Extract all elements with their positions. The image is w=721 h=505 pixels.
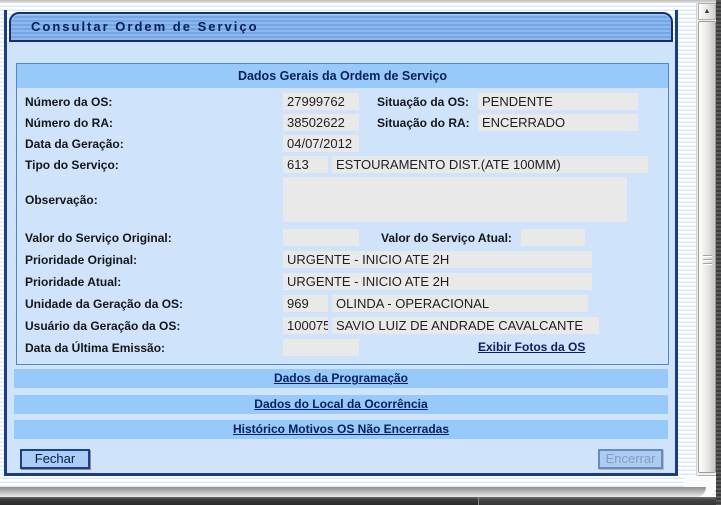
data-ultima-emissao-field <box>283 339 359 356</box>
unidade-geracao-code-field: 969 <box>283 295 328 312</box>
tipo-servico-desc-field: ESTOURAMENTO DIST.(ATE 100MM) <box>332 156 648 173</box>
exibir-fotos-link[interactable]: Exibir Fotos da OS <box>478 339 585 356</box>
fechar-button[interactable]: Fechar <box>20 449 90 469</box>
numero-ra-field: 38502622 <box>283 114 359 131</box>
section-bar-dados-programacao-label: Dados da Programação <box>274 371 408 385</box>
taskbar-strip-right <box>479 497 721 505</box>
situacao-os-field: PENDENTE <box>478 93 638 110</box>
section-bar-local-ocorrencia-label: Dados do Local da Ocorrência <box>254 397 427 411</box>
valor-original-field <box>283 229 359 246</box>
section-bar-historico-motivos[interactable]: Histórico Motivos OS Não Encerradas <box>14 420 668 439</box>
section-bar-dados-programacao[interactable]: Dados da Programação <box>14 369 668 388</box>
situacao-os-label: Situação da OS: <box>377 94 469 110</box>
prioridade-original-label: Prioridade Original: <box>25 252 137 268</box>
situacao-ra-field: ENCERRADO <box>478 114 638 131</box>
window-title-bar: Consultar Ordem de Serviço <box>9 12 673 42</box>
prioridade-atual-label: Prioridade Atual: <box>25 274 121 290</box>
section-bar-historico-motivos-label: Histórico Motivos OS Não Encerradas <box>233 422 449 436</box>
taskbar-divider <box>478 497 479 505</box>
unidade-geracao-label: Unidade da Geração da OS: <box>25 296 183 312</box>
usuario-geracao-nome-field: SAVIO LUIZ DE ANDRADE CAVALCANTE <box>332 317 599 334</box>
usuario-geracao-code-field: 100075 <box>283 317 328 334</box>
scrollbar-grip-icon <box>703 255 712 265</box>
general-section-header: Dados Gerais da Ordem de Serviço <box>17 64 668 88</box>
window-top-edge <box>0 0 716 3</box>
observacao-label: Observação: <box>25 192 98 208</box>
valor-original-label: Valor do Serviço Original: <box>25 230 172 246</box>
vertical-scrollbar[interactable]: ▲ ▼ <box>696 3 717 492</box>
valor-atual-label: Valor do Serviço Atual: <box>381 230 512 246</box>
unidade-geracao-desc-field: OLINDA - OPERACIONAL <box>332 295 588 312</box>
encerrar-button: Encerrar <box>598 449 663 469</box>
window-bottom-edge <box>0 487 706 497</box>
scrollbar-thumb[interactable] <box>698 21 716 473</box>
section-bar-local-ocorrencia[interactable]: Dados do Local da Ocorrência <box>14 395 668 414</box>
observacao-textarea[interactable] <box>283 177 627 222</box>
data-geracao-field: 04/07/2012 <box>283 135 359 152</box>
valor-atual-field <box>521 229 585 246</box>
numero-ra-label: Número do RA: <box>25 115 113 131</box>
situacao-ra-label: Situação do RA: <box>377 115 470 131</box>
numero-os-field: 27999762 <box>283 93 359 110</box>
tipo-servico-label: Tipo do Serviço: <box>25 157 119 173</box>
usuario-geracao-label: Usuário da Geração da OS: <box>25 318 180 334</box>
data-geracao-label: Data da Geração: <box>25 136 124 152</box>
window-title: Consultar Ordem de Serviço <box>31 19 259 34</box>
numero-os-label: Número da OS: <box>25 94 112 110</box>
data-ultima-emissao-label: Data da Última Emissão: <box>25 340 165 356</box>
window-right-edge <box>716 0 721 505</box>
tipo-servico-code-field: 613 <box>283 156 328 173</box>
main-panel: Dados Gerais da Ordem de Serviço Número … <box>7 42 675 473</box>
prioridade-original-field: URGENTE - INICIO ATE 2H <box>283 251 592 268</box>
scroll-up-icon: ▲ <box>704 8 711 15</box>
scroll-up-button[interactable]: ▲ <box>698 3 716 20</box>
screen: Consultar Ordem de Serviço Dados Gerais … <box>0 0 721 505</box>
prioridade-atual-field: URGENTE - INICIO ATE 2H <box>283 273 592 290</box>
